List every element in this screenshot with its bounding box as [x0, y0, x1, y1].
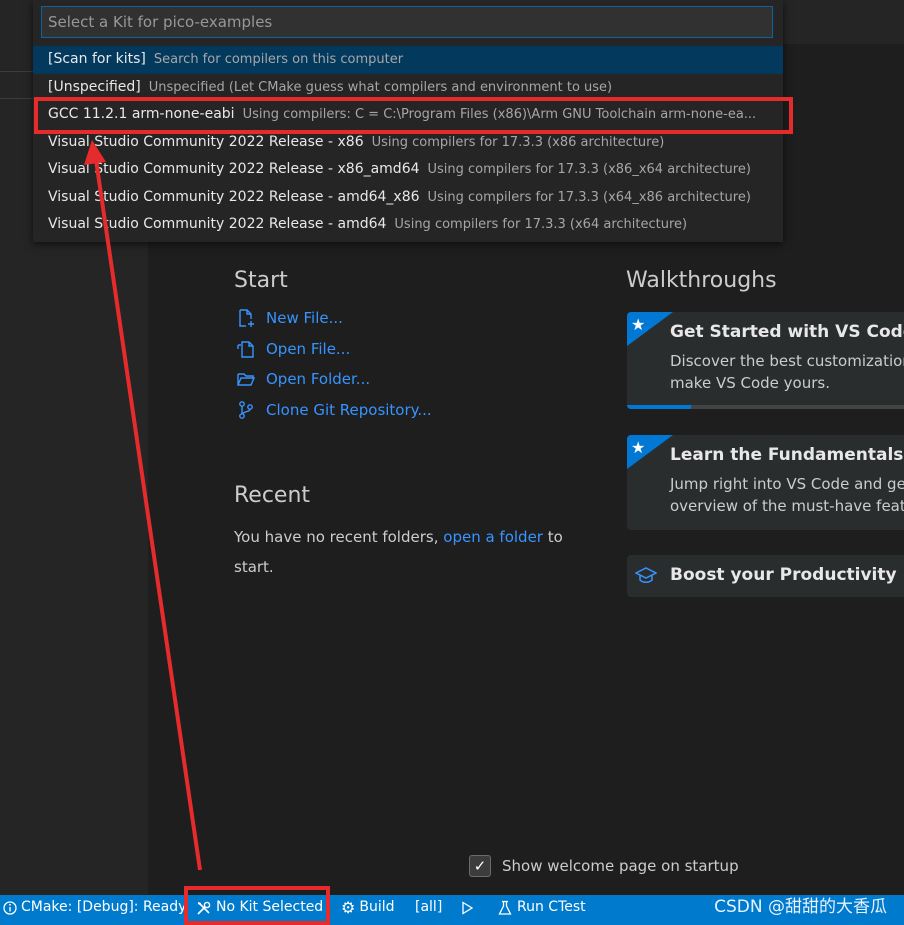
kit-option-vs-x86-amd64[interactable]: Visual Studio Community 2022 Release - x…: [33, 156, 783, 184]
open-folder-icon: [237, 373, 256, 386]
gear-icon: ⚙: [341, 898, 356, 917]
kit-option-vs-amd64-x86[interactable]: Visual Studio Community 2022 Release - a…: [33, 184, 783, 212]
build-target-button[interactable]: [all]: [415, 895, 442, 920]
annotation-box-no-kit: [184, 886, 330, 925]
check-icon: ✓: [473, 857, 487, 875]
kit-option-description: Using compilers for 17.3.3 (x64_x86 arch…: [427, 189, 751, 205]
kit-option-label: Visual Studio Community 2022 Release - x…: [48, 161, 420, 177]
kit-list: [Scan for kits] Search for compilers on t…: [33, 46, 783, 239]
open-folder-link[interactable]: Open Folder...: [236, 367, 370, 391]
startup-checkbox-label: Show welcome page on startup: [502, 857, 739, 875]
clone-git-repository-link[interactable]: Clone Git Repository...: [236, 398, 432, 422]
open-file-link[interactable]: Open File...: [236, 337, 350, 361]
run-ctest-label: Run CTest: [517, 899, 586, 915]
walkthrough-progress-bar: [627, 405, 904, 409]
show-welcome-on-startup[interactable]: ✓ Show welcome page on startup: [469, 855, 739, 877]
git-branch-icon: [239, 401, 253, 419]
new-file-label: New File...: [266, 309, 343, 327]
launch-button[interactable]: [460, 895, 474, 920]
kit-option-vs-amd64[interactable]: Visual Studio Community 2022 Release - a…: [33, 211, 783, 239]
cmake-status-label: CMake: [Debug]: Ready: [21, 899, 187, 915]
walkthrough-title: Boost your Productivity: [670, 565, 897, 585]
kit-option-label: Visual Studio Community 2022 Release - a…: [48, 216, 387, 232]
walkthrough-description: Discover the best customizations make VS…: [670, 350, 904, 394]
walkthrough-description-line: Jump right into VS Code and get: [670, 475, 904, 493]
walkthrough-boost-productivity[interactable]: Boost your Productivity: [627, 555, 904, 597]
walkthrough-title: Learn the Fundamentals: [670, 445, 904, 465]
walkthrough-description: Jump right into VS Code and get overview…: [670, 473, 904, 517]
build-button[interactable]: ⚙ Build: [341, 895, 395, 920]
kit-search-input[interactable]: Select a Kit for pico-examples: [41, 6, 773, 38]
mortarboard-icon: [635, 567, 657, 583]
walkthroughs-heading: Walkthroughs: [626, 268, 777, 293]
kit-option-description: Using compilers for 17.3.3 (x86_x64 arch…: [427, 162, 751, 177]
kit-option-label: [Unspecified]: [48, 78, 141, 95]
info-icon: [3, 900, 17, 915]
new-file-link[interactable]: New File...: [236, 306, 343, 330]
divider: [0, 71, 35, 72]
walkthrough-progress-fill: [627, 405, 691, 409]
walkthrough-get-started[interactable]: ★ Get Started with VS Code Discover the …: [627, 312, 904, 409]
kit-option-label: Visual Studio Community 2022 Release - x…: [48, 133, 364, 150]
watermark: CSDN @甜甜的大香瓜: [714, 897, 887, 917]
walkthrough-learn-fundamentals[interactable]: ★ Learn the Fundamentals Jump right into…: [627, 435, 904, 530]
annotation-box-gcc-kit: [34, 97, 793, 134]
divider: [0, 98, 35, 99]
kit-option-description: Unspecified (Let CMake guess what compil…: [148, 79, 613, 95]
open-file-label: Open File...: [266, 340, 351, 358]
kit-option-description: Search for compilers on this computer: [153, 52, 404, 67]
star-icon: ★: [631, 315, 646, 334]
status-bar: CMake: [Debug]: Ready No Kit Selected ⚙ …: [0, 895, 904, 925]
walkthrough-description-line: Discover the best customizations: [670, 352, 904, 370]
cmake-status-button[interactable]: CMake: [Debug]: Ready: [3, 895, 186, 920]
recent-prefix: You have no recent folders,: [234, 528, 439, 546]
recent-heading: Recent: [234, 483, 311, 508]
kit-option-label: [Scan for kits]: [48, 51, 146, 67]
kit-option-description: Using compilers for 17.3.3 (x64 architec…: [394, 217, 688, 232]
vscode-window: Start New File... Open File... Open Fold…: [0, 0, 904, 925]
walkthrough-title: Get Started with VS Code: [670, 322, 904, 342]
startup-checkbox[interactable]: ✓: [469, 855, 491, 877]
build-label: Build: [359, 899, 395, 915]
kit-option-scan[interactable]: [Scan for kits] Search for compilers on t…: [33, 46, 783, 74]
beaker-icon: [498, 900, 512, 915]
play-icon: [462, 900, 474, 915]
walkthrough-description-line: overview of the must-have featu: [670, 497, 904, 515]
star-icon: ★: [631, 438, 646, 457]
walkthrough-description-line: make VS Code yours.: [670, 374, 830, 392]
kit-option-description: Using compilers for 17.3.3 (x86 architec…: [371, 134, 665, 150]
open-folder-label: Open Folder...: [266, 370, 371, 388]
run-ctest-button[interactable]: Run CTest: [497, 895, 586, 920]
kit-option-label: Visual Studio Community 2022 Release - a…: [48, 188, 420, 205]
open-file-icon: [237, 341, 254, 358]
build-target-label: [all]: [415, 899, 443, 915]
open-folder-inline-link[interactable]: open a folder: [443, 528, 543, 546]
start-heading: Start: [234, 268, 288, 293]
new-file-icon: [239, 309, 254, 327]
clone-git-repository-label: Clone Git Repository...: [266, 401, 432, 419]
recent-empty-message: You have no recent folders, open a folde…: [234, 522, 574, 582]
